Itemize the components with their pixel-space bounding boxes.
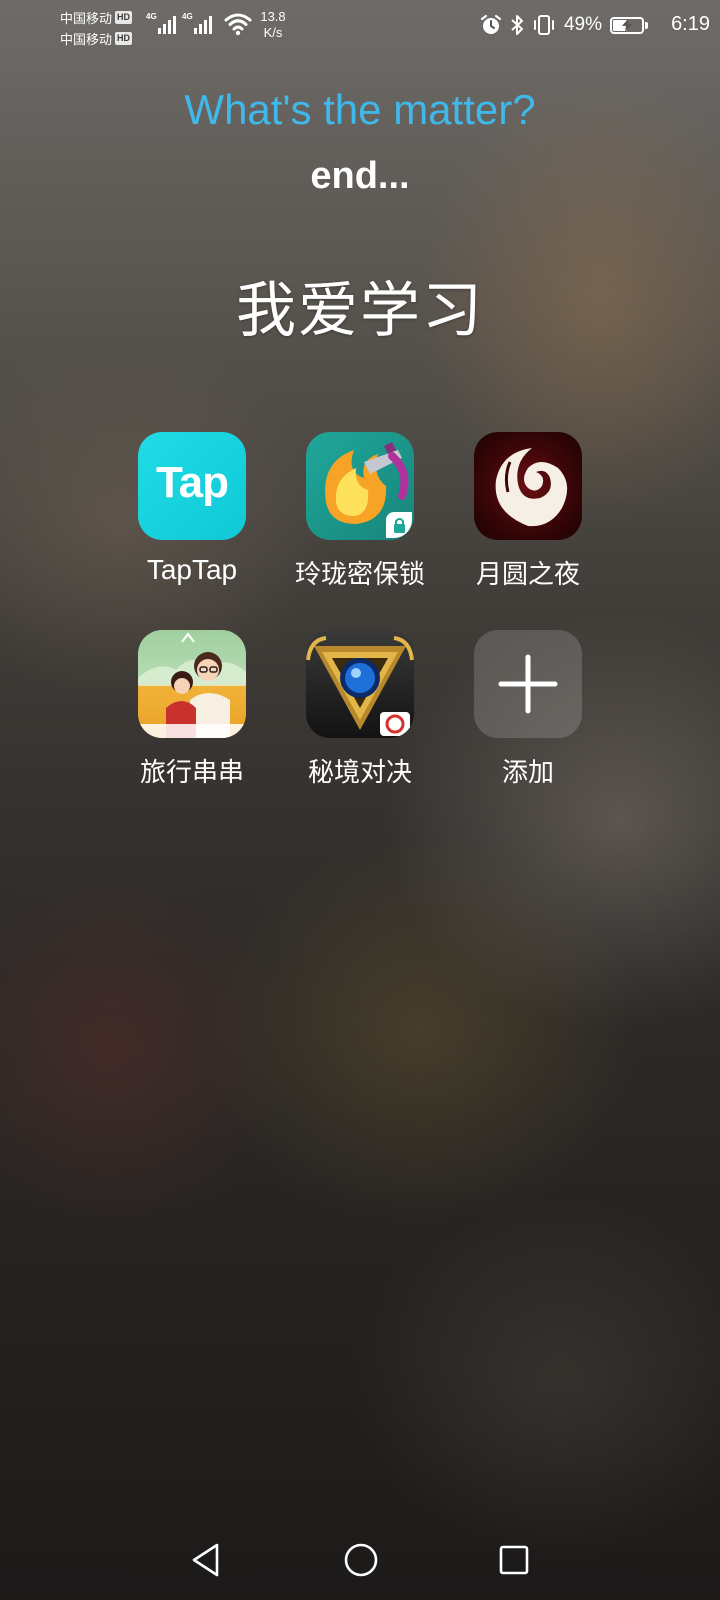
full-moon-night-icon[interactable] [474, 432, 582, 540]
navigation-bar [0, 1530, 720, 1600]
app-label: 旅行串串 [139, 758, 244, 788]
recents-button[interactable] [484, 1530, 544, 1590]
app-linglong-lock[interactable]: 玲珑密保锁 [275, 432, 445, 591]
signal-strength-icon: 4G [146, 12, 176, 34]
wifi-icon [224, 13, 252, 36]
home-button[interactable] [331, 1530, 391, 1590]
app-full-moon-night[interactable]: 月圆之夜 [443, 432, 613, 591]
secret-duel-icon[interactable] [306, 630, 414, 738]
back-button[interactable] [176, 1530, 236, 1590]
back-triangle-icon [192, 1543, 219, 1577]
folder-title[interactable]: 我爱学习 [0, 262, 720, 349]
net-speed: 13.8 K/s [258, 9, 288, 41]
taptap-icon[interactable]: Tap [138, 432, 246, 540]
status-bar: 中国移动 HD 中国移动 HD 4G 4G 13.8 K/s 49% 6:19 [0, 0, 720, 52]
taptap-logo-text: Tap [156, 458, 229, 507]
carrier-1-name: 中国移动 [60, 11, 113, 26]
app-secret-duel[interactable]: 秘境对决 [275, 630, 445, 789]
battery-percent: 49% [563, 14, 602, 35]
plus-icon[interactable] [474, 630, 582, 738]
net-speed-unit: K/s [263, 25, 283, 40]
home-circle-icon [344, 1543, 378, 1577]
linglong-lock-icon[interactable] [306, 432, 414, 540]
status-time: 6:19 [671, 13, 710, 35]
battery-charging-icon [610, 16, 648, 34]
add-app-button[interactable]: 添加 [443, 630, 613, 789]
subline-text: end... [310, 155, 410, 197]
signal-indicators: 4G 4G [146, 12, 212, 34]
app-label: 玲珑密保锁 [294, 560, 425, 590]
bluetooth-icon [511, 15, 523, 35]
app-label: 月圆之夜 [475, 560, 580, 590]
network-type-label: 4G [182, 12, 193, 21]
alarm-icon [480, 14, 502, 34]
status-icons-right: 49% [480, 14, 648, 36]
carrier-2-name: 中国移动 [60, 32, 113, 47]
app-taptap[interactable]: Tap TapTap [107, 432, 277, 586]
charging-bolt-icon [622, 18, 632, 32]
app-label: 添加 [501, 758, 554, 788]
app-travel-couple[interactable]: 旅行串串 [107, 630, 277, 789]
app-label: 秘境对决 [307, 758, 412, 788]
hd-badge: HD [115, 32, 133, 45]
app-label: TapTap [146, 554, 238, 585]
hd-badge: HD [115, 11, 133, 24]
lock-badge-icon [386, 512, 412, 538]
net-speed-value: 13.8 [260, 9, 286, 24]
vibrate-icon [533, 15, 554, 35]
signal-strength-icon: 4G [182, 12, 212, 34]
network-type-label: 4G [146, 12, 157, 21]
travel-couple-icon[interactable] [138, 630, 246, 738]
recents-square-icon [499, 1545, 529, 1575]
headline-text: What's the matter? [184, 86, 536, 133]
carrier-info: 中国移动 HD 中国移动 HD [60, 7, 133, 49]
